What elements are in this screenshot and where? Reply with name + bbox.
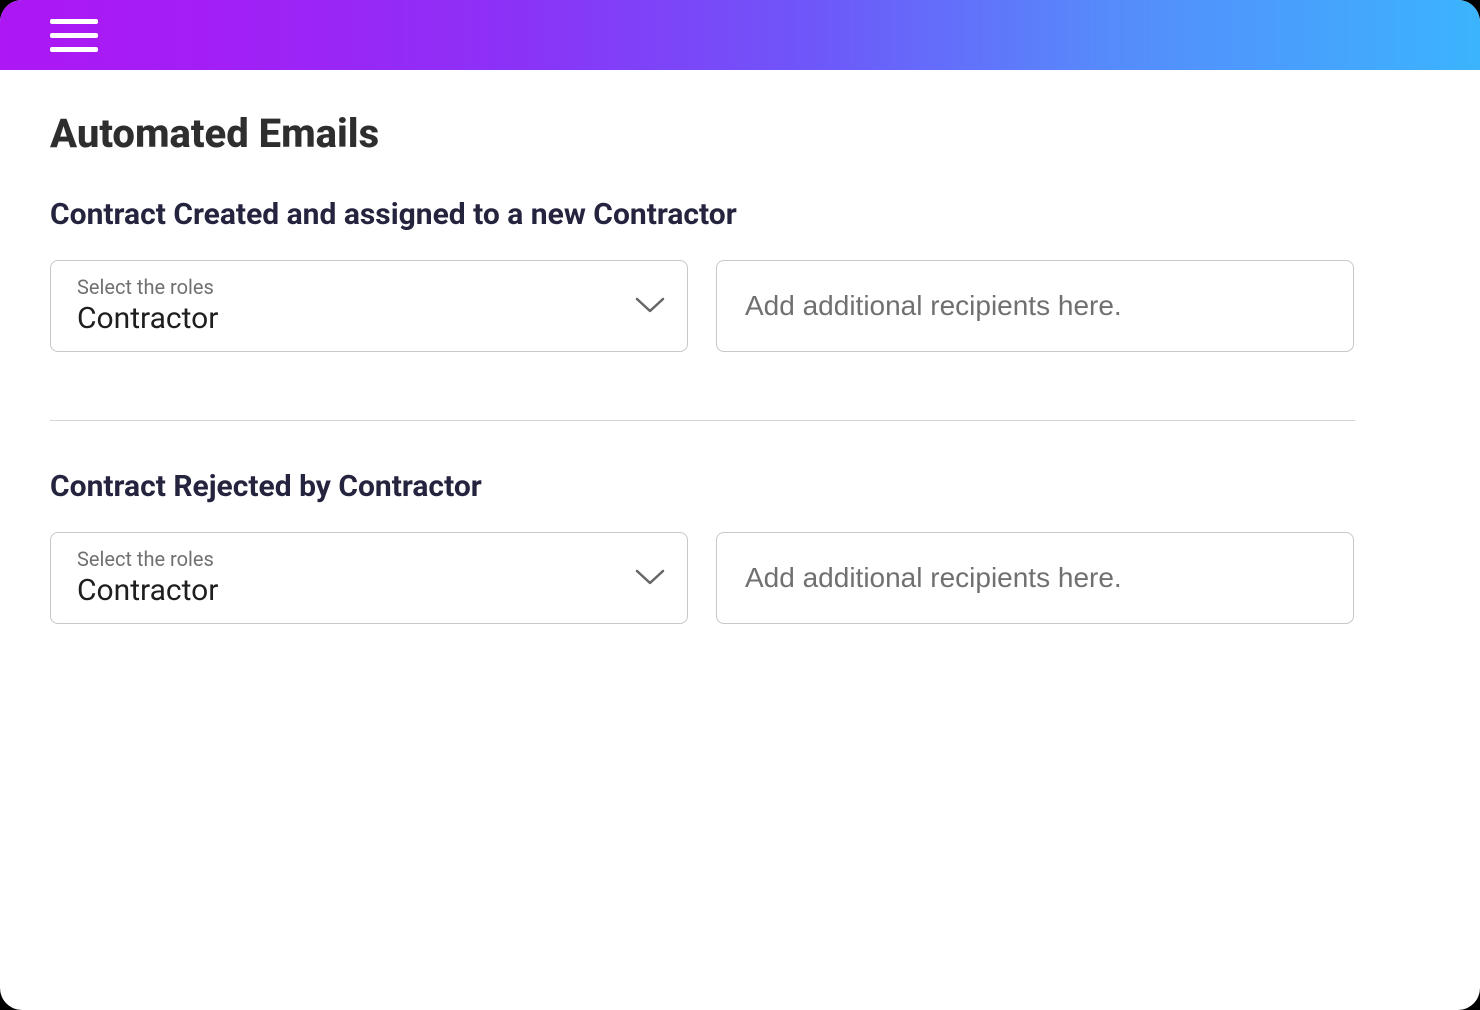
app-header bbox=[0, 0, 1480, 70]
select-text-wrap: Select the roles Contractor bbox=[77, 547, 218, 608]
section-heading-contract-created: Contract Created and assigned to a new C… bbox=[50, 197, 1430, 232]
select-label: Select the roles bbox=[77, 547, 218, 571]
select-value: Contractor bbox=[77, 301, 218, 336]
app-screen: Automated Emails Contract Created and as… bbox=[0, 0, 1480, 1010]
hamburger-icon bbox=[50, 19, 98, 24]
chevron-down-icon bbox=[635, 296, 665, 314]
recipients-input[interactable] bbox=[716, 260, 1354, 352]
form-row: Select the roles Contractor bbox=[50, 532, 1430, 624]
roles-select[interactable]: Select the roles Contractor bbox=[50, 532, 688, 624]
select-label: Select the roles bbox=[77, 275, 218, 299]
page-title: Automated Emails bbox=[50, 110, 1430, 157]
roles-select[interactable]: Select the roles Contractor bbox=[50, 260, 688, 352]
form-row: Select the roles Contractor bbox=[50, 260, 1430, 352]
hamburger-menu-button[interactable] bbox=[50, 11, 98, 59]
select-value: Contractor bbox=[77, 573, 218, 608]
section-heading-contract-rejected: Contract Rejected by Contractor bbox=[50, 469, 1430, 504]
page-content: Automated Emails Contract Created and as… bbox=[0, 70, 1480, 624]
select-text-wrap: Select the roles Contractor bbox=[77, 275, 218, 336]
chevron-down-icon bbox=[635, 568, 665, 586]
recipients-input[interactable] bbox=[716, 532, 1354, 624]
hamburger-icon bbox=[50, 47, 98, 52]
section-divider bbox=[50, 420, 1355, 421]
hamburger-icon bbox=[50, 33, 98, 38]
